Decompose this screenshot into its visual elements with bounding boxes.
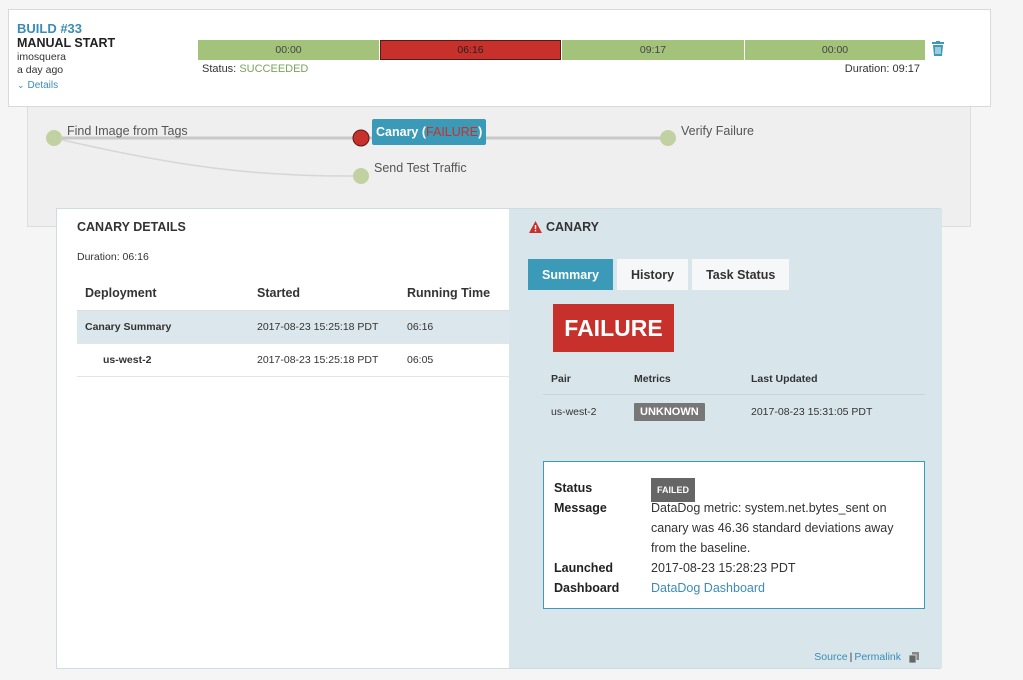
deployment-running-time: 06:16	[399, 310, 509, 344]
build-duration: Duration: 09:17	[844, 63, 920, 75]
canary-result-banner: FAILURE	[553, 304, 674, 352]
pair-table: Pair Metrics Last Updated us-west-2 UNKN…	[543, 364, 925, 430]
canary-status-box: Status FAILED Message DataDog metric: sy…	[543, 461, 925, 609]
details-toggle[interactable]: ⌄ Details	[17, 80, 58, 91]
deployment-table: Deployment Started Running Time Canary S…	[77, 277, 509, 377]
stage-time: 00:00	[821, 44, 849, 56]
deployment-started: 2017-08-23 15:25:18 PDT	[249, 310, 399, 344]
stage-segment[interactable]: 00:00	[745, 40, 925, 60]
column-header: Deployment	[77, 277, 249, 311]
permalink-link[interactable]: Permalink	[854, 651, 901, 663]
build-title[interactable]: BUILD #33	[17, 21, 82, 36]
build-time-ago: a day ago	[17, 64, 64, 76]
deployment-running-time: 06:05	[399, 343, 509, 377]
canary-tabs: Summary History Task Status	[528, 259, 793, 290]
node-dot[interactable]	[352, 129, 370, 147]
paren-open: (	[418, 125, 427, 139]
stage-segment[interactable]: 09:17	[562, 40, 744, 60]
warning-icon	[529, 221, 542, 233]
table-row[interactable]: Canary Summary 2017-08-23 15:25:18 PDT 0…	[77, 310, 509, 344]
table-row[interactable]: us-west-2 2017-08-23 15:25:18 PDT 06:05	[77, 343, 509, 377]
column-header: Running Time	[399, 277, 509, 311]
column-header: Metrics	[626, 364, 743, 395]
deployment-name: Canary Summary	[77, 310, 249, 344]
stage-segment[interactable]: 06:16	[380, 40, 561, 60]
build-status: Status: SUCCEEDED	[202, 63, 308, 75]
tab-summary[interactable]: Summary	[528, 259, 613, 290]
trash-icon[interactable]	[932, 41, 944, 56]
canary-node-status: FAILURE	[426, 125, 479, 139]
node-verify-failure[interactable]: Verify Failure	[681, 124, 754, 138]
column-header: Last Updated	[743, 364, 925, 395]
stage-time: 09:17	[639, 44, 667, 56]
tab-task-status[interactable]: Task Status	[692, 259, 790, 290]
metrics-badge: UNKNOWN	[634, 403, 705, 422]
table-row: us-west-2 UNKNOWN 2017-08-23 15:31:05 PD…	[543, 394, 925, 430]
dashboard-label: Dashboard	[554, 581, 620, 595]
node-dot[interactable]	[660, 130, 676, 146]
stage-time: 00:00	[275, 44, 302, 56]
column-header: Started	[249, 277, 399, 311]
canary-panel-title-text: CANARY	[546, 220, 600, 234]
dashboard-link[interactable]: DataDog Dashboard	[651, 581, 765, 595]
canary-details-duration: Duration: 06:16	[77, 251, 149, 263]
node-dot[interactable]	[353, 168, 369, 184]
canary-details-pane: CANARY DETAILS Duration: 06:16 Deploymen…	[57, 209, 509, 668]
footer-links: Source | Permalink	[814, 651, 920, 663]
stage-segment[interactable]: 00:00	[198, 40, 379, 60]
column-header: Pair	[543, 364, 626, 395]
stage-details-panel: CANARY DETAILS Duration: 06:16 Deploymen…	[56, 208, 942, 669]
canary-summary-pane: CANARY Summary History Task Status FAILU…	[509, 209, 942, 668]
build-card: BUILD #33 MANUAL START imosquera a day a…	[8, 9, 991, 107]
details-label: Details	[27, 80, 59, 91]
source-link[interactable]: Source	[814, 651, 847, 663]
pair-name: us-west-2	[551, 406, 597, 419]
launched-label: Launched	[554, 561, 614, 575]
pair-last-updated: 2017-08-23 15:31:05 PDT	[751, 406, 873, 419]
message-value: DataDog metric: system.net.bytes_sent on…	[651, 501, 894, 555]
deployment-name: us-west-2	[77, 343, 249, 377]
link-separator: |	[849, 651, 853, 663]
clipboard-icon[interactable]	[909, 651, 920, 663]
canary-details-title: CANARY DETAILS	[77, 220, 186, 234]
message-label: Message	[554, 501, 607, 515]
node-dot[interactable]	[46, 130, 62, 146]
stage-progress-bar: 00:00 06:16 09:17 00:00	[198, 40, 926, 60]
node-canary[interactable]: Canary (FAILURE)	[372, 119, 487, 145]
launched-value: 2017-08-23 15:28:23 PDT	[651, 561, 796, 575]
chevron-down-icon: ⌄	[17, 80, 25, 90]
canary-node-label: Canary	[376, 125, 419, 139]
paren-close: )	[478, 125, 483, 139]
build-user: imosquera	[17, 51, 67, 63]
build-trigger: MANUAL START	[17, 36, 116, 50]
status-label: Status	[554, 481, 593, 495]
status-value: SUCCEEDED	[239, 63, 309, 75]
deployment-started: 2017-08-23 15:25:18 PDT	[249, 343, 399, 377]
node-find-image[interactable]: Find Image from Tags	[67, 124, 188, 138]
canary-panel-title: CANARY	[529, 220, 599, 234]
status-label: Status:	[202, 63, 237, 75]
tab-history[interactable]: History	[616, 259, 689, 290]
stage-time: 06:16	[457, 44, 484, 56]
node-send-traffic[interactable]: Send Test Traffic	[374, 161, 467, 175]
